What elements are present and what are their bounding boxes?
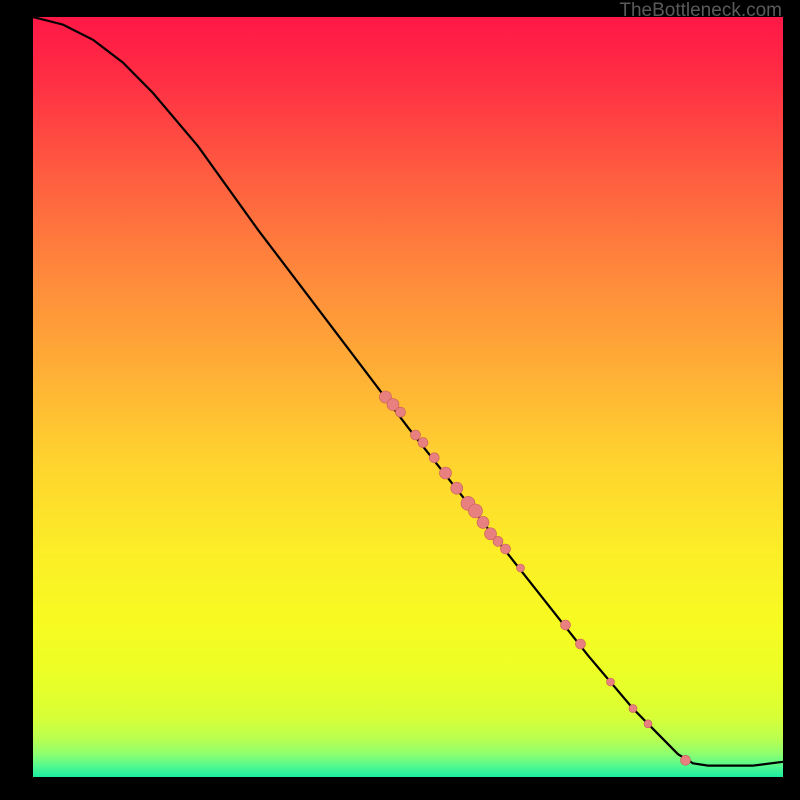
curve [33, 17, 783, 766]
data-point [493, 536, 503, 546]
data-point [501, 544, 511, 554]
data-points [380, 391, 691, 765]
data-point [451, 482, 463, 494]
data-point [607, 678, 615, 686]
curve-path [33, 17, 783, 766]
data-point [396, 407, 406, 417]
data-point [469, 504, 483, 518]
chart-overlay [33, 17, 783, 777]
chart-stage: TheBottleneck.com [0, 0, 800, 800]
data-point [429, 453, 439, 463]
data-point [418, 438, 428, 448]
data-point [561, 620, 571, 630]
data-point [644, 720, 652, 728]
watermark: TheBottleneck.com [619, 0, 782, 22]
data-point [681, 755, 691, 765]
data-point [517, 564, 525, 572]
data-point [411, 430, 421, 440]
data-point [440, 467, 452, 479]
data-point [629, 705, 637, 713]
data-point [576, 639, 586, 649]
data-point [477, 516, 489, 528]
